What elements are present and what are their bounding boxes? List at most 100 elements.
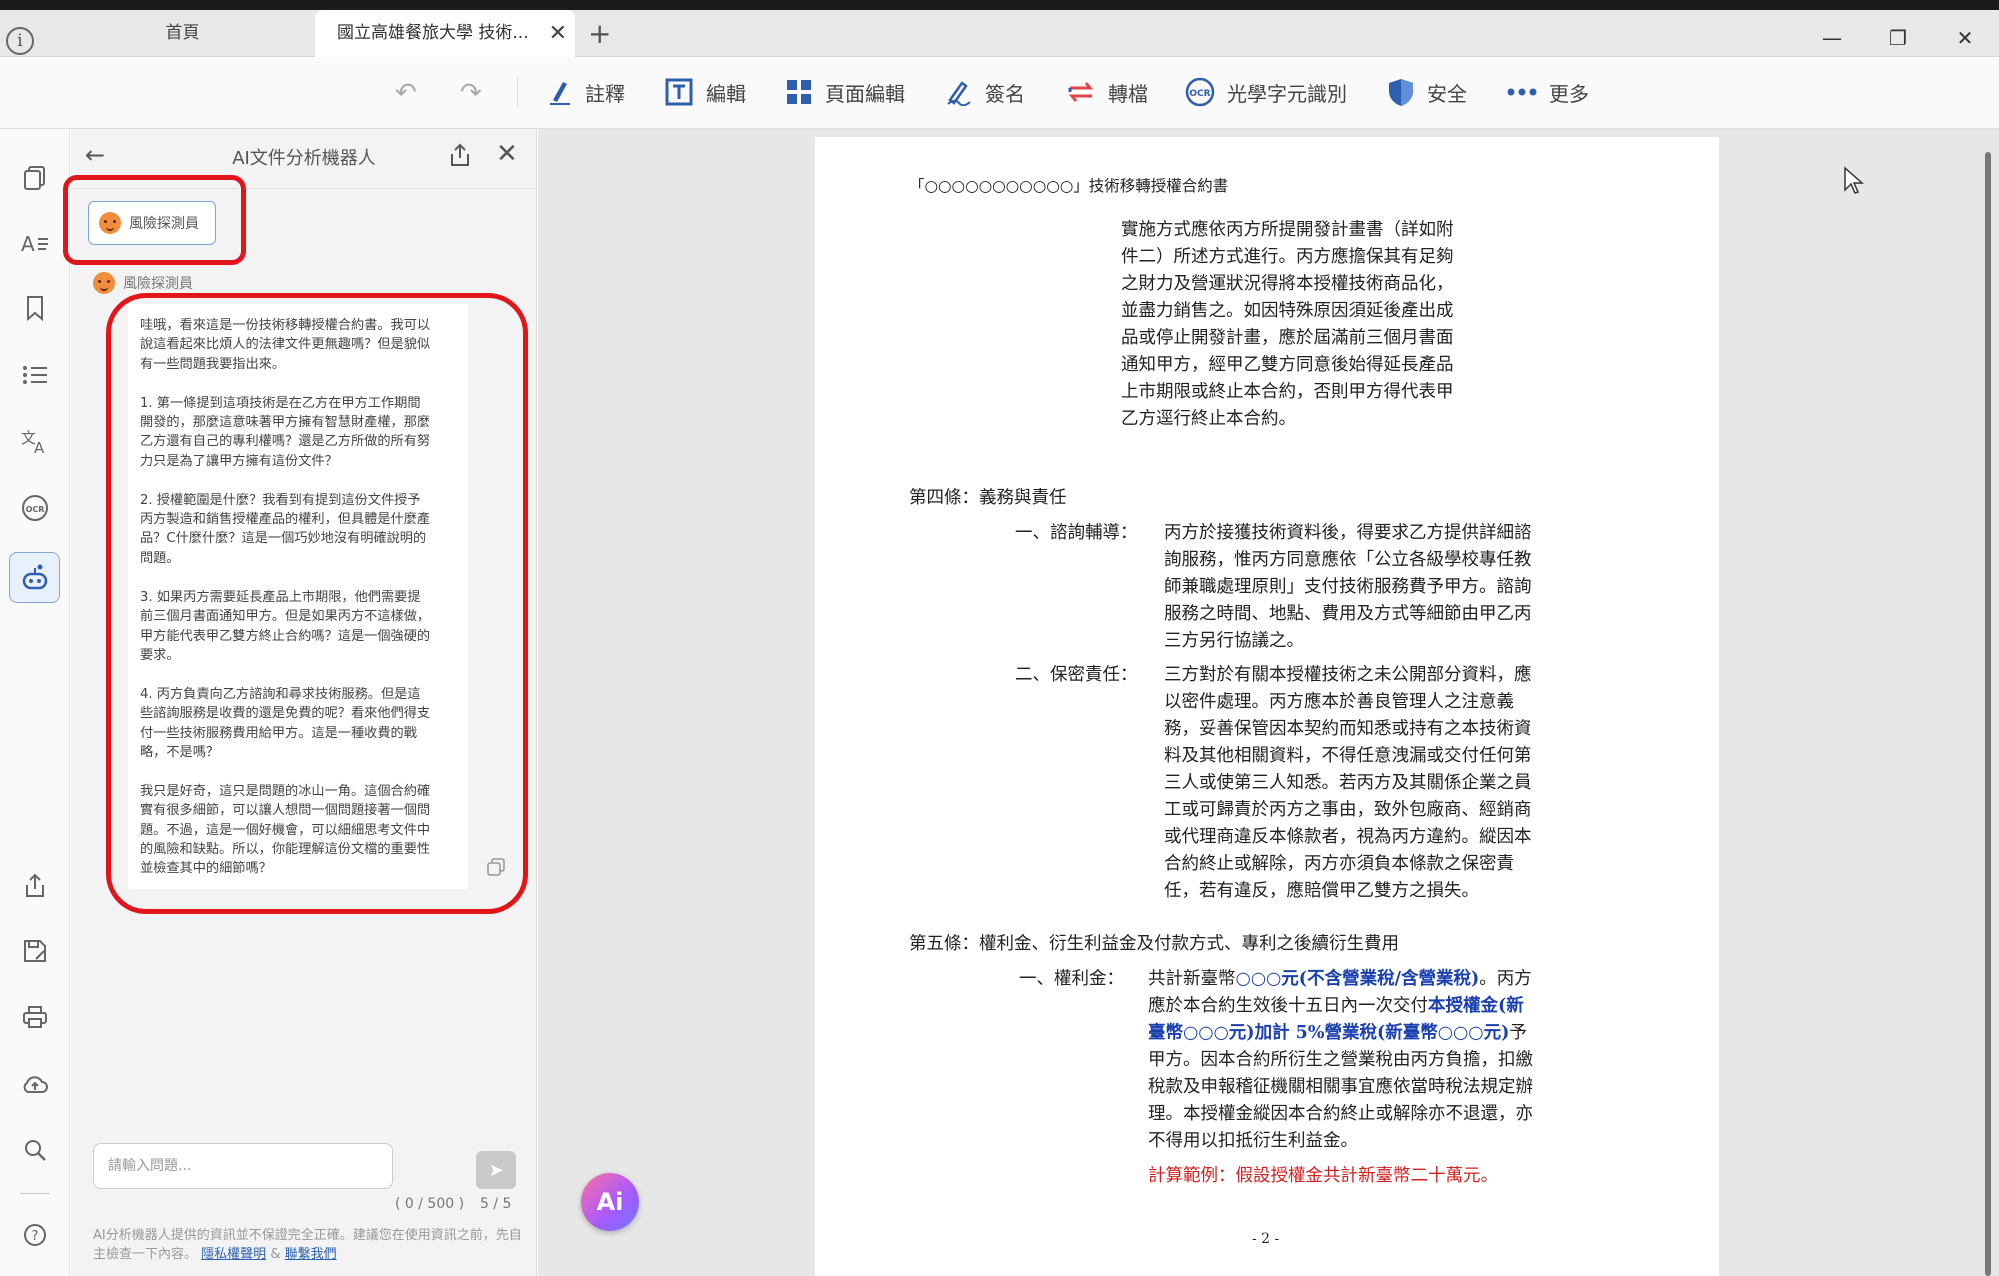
char-counter: ( 0 / 500 )	[395, 1196, 465, 1212]
doc-para1-line: 件二）所述方式進行。丙方應擔保其有足夠	[1121, 247, 1454, 267]
minimize-button[interactable]: —	[1804, 20, 1860, 56]
doc-art4-1-line: 丙方於接獲技術資料後，得要求乙方提供詳細諮	[1164, 523, 1532, 543]
save-as-icon[interactable]	[19, 935, 51, 967]
doc-para1-line: 實施方式應依丙方所提開發計畫書（詳如附	[1121, 220, 1454, 240]
doc-emphasis: 本授權金(新	[1428, 996, 1524, 1016]
doc-para1-line: 品或停止開發計畫，應於屆滿前三個月書面	[1121, 328, 1454, 348]
amp-text: &	[270, 1247, 281, 1262]
pen-icon	[550, 82, 570, 105]
ai-robot-tab[interactable]	[9, 552, 60, 603]
doc-para1-line: 通知甲方，經甲乙雙方同意後始得延長產品	[1121, 355, 1454, 375]
doc-para1-line: 並盡力銷售之。如因特殊原因須延後產出成	[1121, 301, 1454, 321]
more-dots-icon	[1507, 88, 1537, 96]
grid-icon	[787, 80, 811, 104]
svg-text:A: A	[21, 232, 35, 255]
ocr-icon: OCR	[1185, 77, 1215, 107]
doc-art5-line: 應於本合約生效後十五日內一次交付本授權金(新	[1148, 993, 1524, 1020]
doc-art5-line: 共計新臺幣○○○元(不含營業稅/含營業稅)。丙方	[1148, 966, 1532, 993]
message-sender: 風險探測員	[93, 272, 193, 294]
annotate-label: 註釋	[585, 81, 625, 106]
pdf-page: 「○○○○○○○○○○○」技術移轉授權合約書 實施方式應依丙方所提開發計畫書（詳…	[815, 137, 1719, 1276]
tab-document[interactable]: 國立高雄餐旅大學 技術... ✕	[315, 10, 575, 57]
doc-article5-heading: 第五條：權利金、衍生利益金及付款方式、專利之後續衍生費用	[909, 934, 1399, 954]
sign-label: 簽名	[985, 81, 1025, 106]
more-label: 更多	[1549, 81, 1589, 106]
doc-art4-2-line: 以密件處理。丙方應本於善良管理人之注意義	[1164, 692, 1514, 712]
doc-art5-line: 不得用以扣抵衍生利益金。	[1148, 1131, 1358, 1151]
cloud-upload-icon[interactable]	[19, 1068, 51, 1100]
maximize-button[interactable]: ❐	[1870, 20, 1926, 56]
doc-article4-heading: 第四條：義務與責任	[909, 488, 1067, 508]
vertical-scrollbar[interactable]	[1985, 152, 1991, 1276]
ocr-button[interactable]: OCR 光學字元識別	[1185, 72, 1347, 112]
tab-home[interactable]: 首頁	[50, 10, 315, 57]
search-icon[interactable]	[19, 1134, 51, 1166]
annotate-button[interactable]: 註釋	[547, 72, 625, 112]
contact-link[interactable]: 聯繫我們	[285, 1247, 337, 1262]
pages-icon[interactable]	[19, 162, 51, 194]
print-icon[interactable]	[19, 1001, 51, 1033]
close-window-button[interactable]: ✕	[1937, 20, 1993, 56]
ocr-label: 光學字元識別	[1227, 81, 1347, 106]
svg-text:OCR: OCR	[1189, 89, 1210, 99]
translate-icon[interactable]: 文A	[19, 426, 51, 458]
doc-art4-1-line: 詢服務，惟丙方同意應依「公立各級學校專任教	[1164, 550, 1532, 570]
share-icon[interactable]	[19, 870, 51, 902]
ai-assistant-button[interactable]: Ai	[581, 1173, 639, 1231]
tab-close-icon[interactable]: ✕	[549, 10, 567, 57]
document-viewer[interactable]: 「○○○○○○○○○○○」技術移轉授權合約書 實施方式應依丙方所提開發計畫書（詳…	[538, 129, 1999, 1276]
convert-button[interactable]: 轉檔	[1066, 72, 1148, 112]
send-button[interactable]: ➤	[476, 1151, 516, 1189]
text-size-icon[interactable]: A	[19, 227, 51, 259]
doc-art4-2-line: 合約終止或解除，丙方亦須負本條款之保密責	[1164, 854, 1514, 874]
help-icon[interactable]: ?	[19, 1219, 51, 1251]
redo-button[interactable]: ↷	[460, 78, 482, 108]
ocr-sidebar-icon[interactable]: OCR	[19, 492, 51, 524]
doc-art5-line: 稅款及申報稽征機關相關事宜應依當時稅法規定辦	[1148, 1077, 1533, 1097]
sign-button[interactable]: 簽名	[945, 72, 1025, 112]
svg-text:OCR: OCR	[26, 505, 45, 514]
doc-item-label: 一、諮詢輔導：	[1015, 523, 1138, 543]
doc-text: 。丙方	[1479, 969, 1532, 989]
doc-para1-line: 之財力及營運狀況得將本授權技術商品化，	[1121, 274, 1454, 294]
edit-button[interactable]: 編輯	[664, 72, 746, 112]
tab-bar: i 首頁 國立高雄餐旅大學 技術... ✕ + — ❐ ✕	[0, 10, 1999, 57]
doc-emphasis: ○○○元(不含營業稅/含營業稅)	[1235, 969, 1480, 989]
robot-icon	[22, 564, 48, 590]
back-arrow-icon[interactable]: ←	[85, 141, 105, 169]
security-label: 安全	[1427, 81, 1467, 106]
outline-list-icon[interactable]	[19, 359, 51, 391]
svg-text:?: ?	[32, 1229, 39, 1244]
export-icon[interactable]	[449, 143, 471, 171]
privacy-link[interactable]: 隱私權聲明	[201, 1247, 266, 1262]
doc-item-label: 二、保密責任：	[1015, 665, 1138, 685]
highlight-box-message	[106, 293, 528, 914]
doc-text: 予	[1509, 1023, 1527, 1043]
bookmark-icon[interactable]	[19, 292, 51, 324]
page-edit-button[interactable]: 頁面編輯	[785, 72, 905, 112]
ai-analysis-panel: AI文件分析機器人 ← ✕ 風險探測員 風險探測員 哇哦，看來這是一份技術移轉授…	[63, 129, 537, 1276]
doc-art4-2-line: 料及其他相關資料，不得任意洩漏或交付任何第	[1164, 746, 1532, 766]
new-tab-button[interactable]: +	[588, 20, 611, 48]
security-button[interactable]: 安全	[1387, 72, 1467, 112]
sidebar-divider	[20, 1193, 50, 1194]
info-icon[interactable]: i	[6, 27, 34, 55]
sender-avatar-icon	[93, 272, 115, 294]
svg-text:A: A	[34, 439, 45, 455]
doc-art4-2-line: 三人或使第三人知悉。若丙方及其關係企業之員	[1164, 773, 1532, 793]
convert-icon	[1068, 82, 1094, 102]
doc-art4-2-line: 工或可歸責於丙方之事由，致外包廠商、經銷商	[1164, 800, 1532, 820]
left-sidebar: A 文A OCR ?	[0, 129, 70, 1276]
signature-icon	[947, 81, 971, 106]
mouse-cursor-icon	[1844, 166, 1864, 194]
toolbar-divider	[517, 77, 518, 107]
more-button[interactable]: 更多	[1507, 72, 1589, 112]
tab-document-label: 國立高雄餐旅大學 技術...	[337, 23, 529, 43]
undo-button[interactable]: ↶	[395, 78, 417, 108]
doc-art4-2-line: 或代理商違反本條款者，視為丙方違約。縱因本	[1164, 827, 1532, 847]
doc-art5-line: 甲方。因本合約所衍生之營業稅由丙方負擔，扣繳	[1148, 1050, 1533, 1070]
panel-close-icon[interactable]: ✕	[496, 139, 518, 169]
question-input[interactable]: 請輸入問題...	[93, 1143, 393, 1189]
doc-art4-1-line: 服務之時間、地點、費用及方式等細節由甲乙丙	[1164, 604, 1532, 624]
doc-art5-line: 臺幣○○○元)加計 5%營業稅(新臺幣○○○元)予	[1148, 1020, 1527, 1047]
